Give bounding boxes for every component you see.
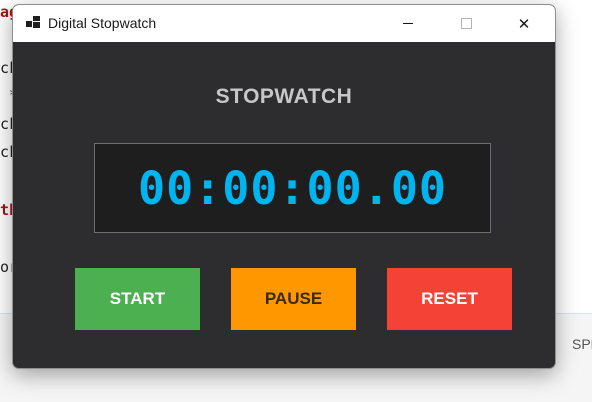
- reset-button[interactable]: RESET: [387, 268, 512, 330]
- editor-right-area: [555, 0, 592, 313]
- time-display: 00:00:00.00: [94, 143, 491, 233]
- app-icon: [26, 16, 41, 30]
- start-button[interactable]: START: [75, 268, 200, 330]
- minimize-icon: [403, 23, 413, 24]
- editor-right-fragment: SPE: [572, 336, 592, 352]
- maximize-icon: [460, 18, 472, 29]
- minimize-button[interactable]: [379, 5, 437, 42]
- window-title: Digital Stopwatch: [48, 15, 157, 31]
- pause-button[interactable]: PAUSE: [231, 268, 356, 330]
- stopwatch-window: Digital Stopwatch ✕ STOPWATCH 00:00:00.0…: [12, 4, 556, 369]
- title-bar[interactable]: Digital Stopwatch ✕: [13, 5, 555, 42]
- close-icon: ✕: [517, 15, 531, 33]
- time-readout: 00:00:00.00: [137, 161, 447, 215]
- close-button[interactable]: ✕: [495, 5, 553, 42]
- stopwatch-heading: STOPWATCH: [215, 85, 353, 108]
- maximize-button[interactable]: [437, 5, 495, 42]
